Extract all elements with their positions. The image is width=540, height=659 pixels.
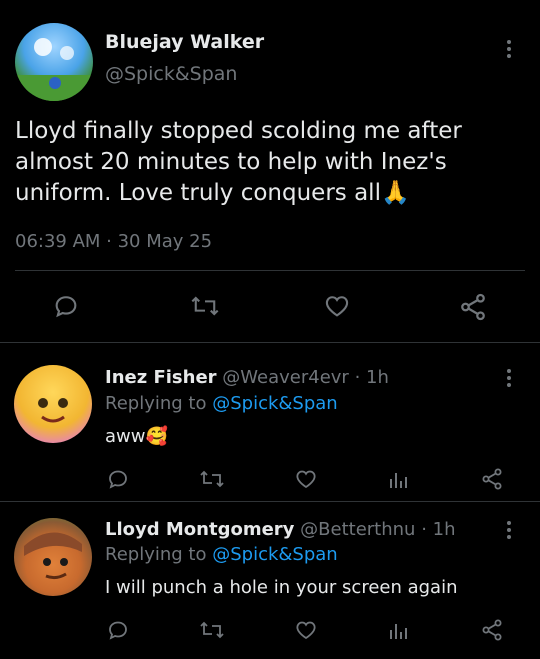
- smiling-hearts-emoji: 🥰: [145, 426, 168, 447]
- tweet-text: Lloyd finally stopped scolding me after …: [15, 116, 515, 209]
- more-options-icon[interactable]: [506, 369, 512, 390]
- heart-icon[interactable]: [294, 618, 318, 642]
- replying-to-handle[interactable]: @Spick&Span: [212, 544, 338, 565]
- more-options-icon[interactable]: [506, 40, 512, 61]
- retweet-icon[interactable]: [199, 467, 225, 491]
- replying-to-label: Replying to: [105, 544, 207, 565]
- retweet-icon[interactable]: [199, 618, 225, 642]
- analytics-icon[interactable]: [388, 618, 410, 642]
- heart-icon[interactable]: [294, 467, 318, 491]
- avatar-landscape-icon: [15, 38, 93, 101]
- retweet-icon[interactable]: [190, 292, 220, 320]
- more-options-icon[interactable]: [506, 521, 512, 542]
- reply-tweet: Lloyd Montgomery @Betterthnu · 1h Replyi…: [0, 502, 540, 659]
- author-handle[interactable]: @Spick&Span: [105, 63, 237, 85]
- reply-text: aww🥰: [105, 426, 168, 447]
- reply-text-body: aww: [105, 426, 146, 447]
- reply-icon[interactable]: [106, 467, 130, 491]
- replying-to-label: Replying to: [105, 393, 207, 414]
- folded-hands-emoji: 🙏: [380, 180, 410, 206]
- share-icon[interactable]: [480, 618, 504, 642]
- share-icon[interactable]: [480, 467, 504, 491]
- tweet-age: · 1h: [421, 519, 456, 540]
- author-handle[interactable]: @Betterthnu: [300, 519, 415, 540]
- avatar-face-icon: [24, 532, 82, 580]
- author-name[interactable]: Inez Fisher: [105, 367, 217, 388]
- author-name[interactable]: Bluejay Walker: [105, 31, 264, 53]
- avatar[interactable]: [14, 518, 92, 596]
- author-name[interactable]: Lloyd Montgomery: [105, 519, 294, 540]
- tweet-timestamp[interactable]: 06:39 AM · 30 May 25: [15, 231, 212, 252]
- replying-to-handle[interactable]: @Spick&Span: [212, 393, 338, 414]
- reply-icon[interactable]: [106, 618, 130, 642]
- avatar[interactable]: [15, 23, 93, 101]
- tweet-age: · 1h: [354, 367, 389, 388]
- reply-icon[interactable]: [52, 292, 80, 320]
- analytics-icon[interactable]: [388, 467, 410, 491]
- reply-text: I will punch a hole in your screen again: [105, 577, 458, 598]
- reply-tweet: Inez Fisher @Weaver4evr · 1h Replying to…: [0, 343, 540, 501]
- avatar[interactable]: [14, 365, 92, 443]
- main-tweet: Bluejay Walker @Spick&Span Lloyd finally…: [0, 0, 540, 342]
- divider: [15, 270, 525, 271]
- author-handle[interactable]: @Weaver4evr: [222, 367, 349, 388]
- avatar-face-icon: [38, 398, 68, 423]
- share-icon[interactable]: [458, 292, 488, 322]
- heart-icon[interactable]: [323, 292, 351, 320]
